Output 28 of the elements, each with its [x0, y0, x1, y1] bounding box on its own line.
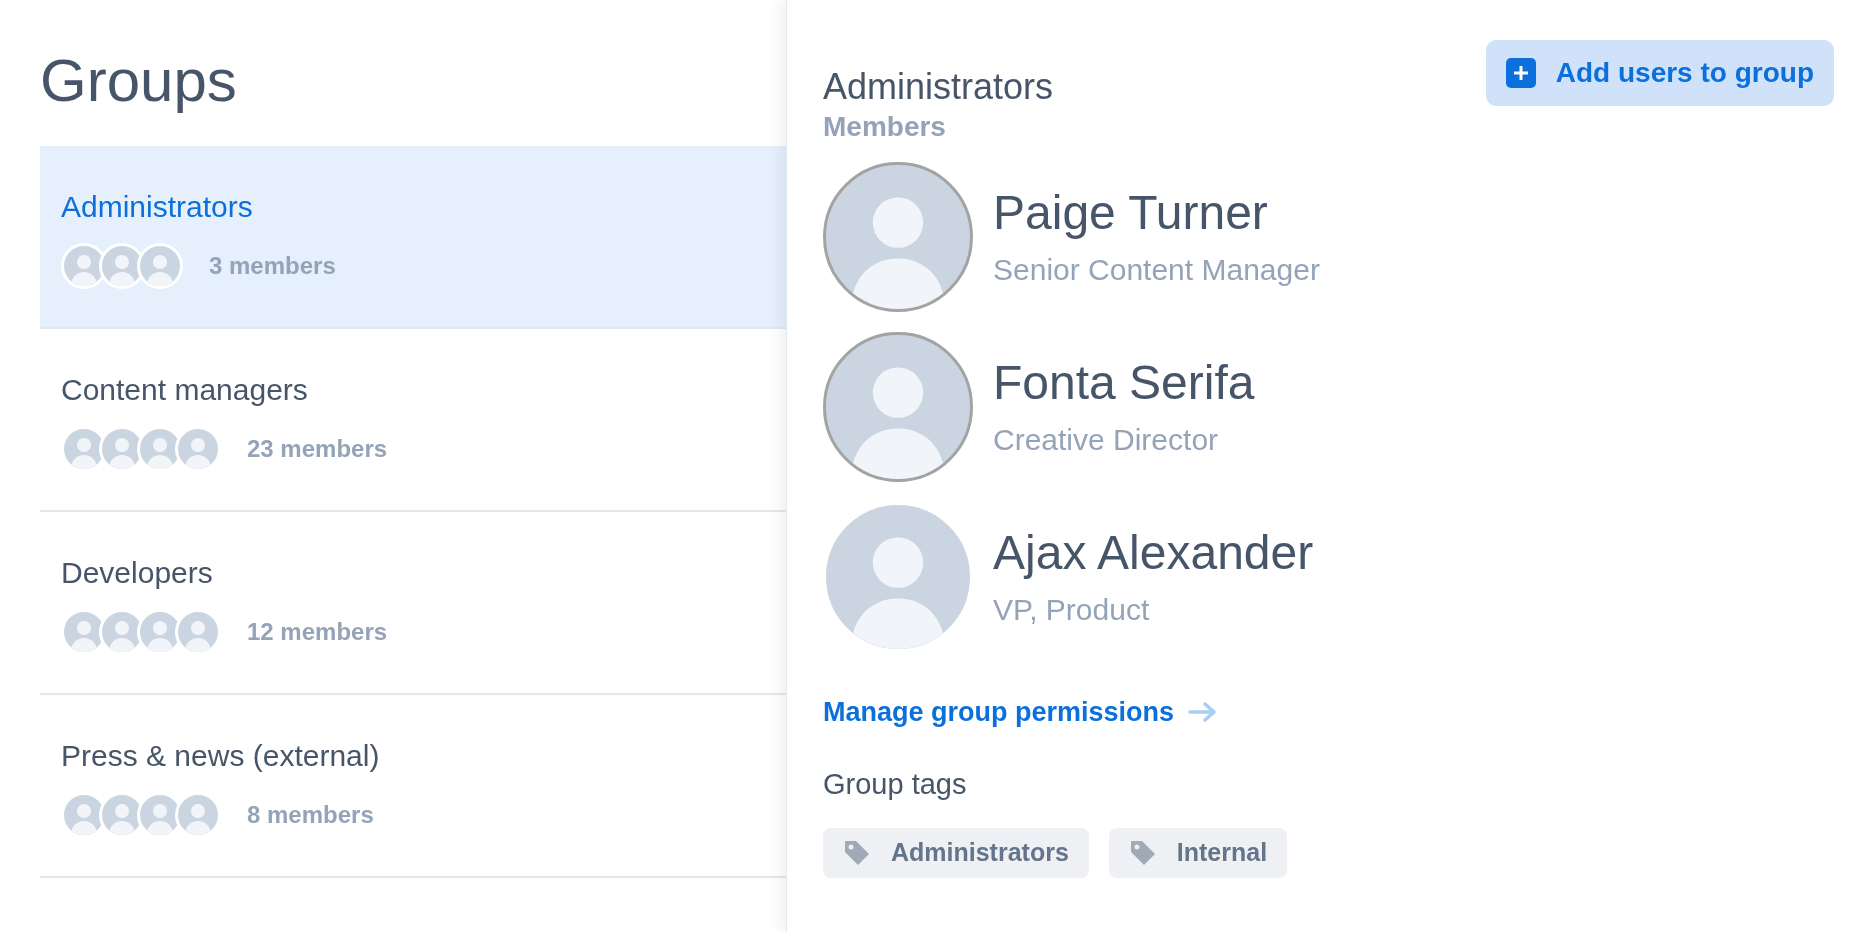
- page-title: Groups: [40, 46, 237, 116]
- member-count: 12 members: [247, 617, 388, 647]
- member-count: 23 members: [247, 434, 388, 464]
- member-role: Senior Content Manager: [993, 251, 1320, 288]
- avatar: [137, 243, 183, 289]
- tag-icon: [1128, 839, 1157, 867]
- member-count: 8 members: [247, 800, 374, 830]
- plus-icon: [1505, 58, 1536, 88]
- tag: Administrators: [823, 828, 1089, 878]
- arrow-right-icon: [1188, 701, 1219, 724]
- group-name: Developers: [61, 555, 213, 591]
- group-name: Administrators: [61, 189, 253, 225]
- member-name: Fonta Serifa: [993, 354, 1255, 411]
- tag-icon: [843, 839, 871, 867]
- group-list-item[interactable]: Administrators 3 members: [40, 146, 786, 329]
- permissions-link[interactable]: Manage group permissions: [823, 692, 1219, 733]
- member-name: Ajax Alexander: [993, 524, 1314, 581]
- tags-label: Group tags: [823, 766, 967, 802]
- tag: Internal: [1108, 828, 1288, 878]
- member-role: VP, Product: [993, 591, 1150, 628]
- member-role: Creative Director: [993, 421, 1219, 458]
- member-name: Paige Turner: [993, 184, 1268, 241]
- group-name: Content managers: [61, 372, 308, 408]
- member-count: 3 members: [209, 251, 336, 281]
- group-name: Press & news (external): [61, 738, 380, 774]
- members-label: Members: [823, 110, 946, 144]
- group-title: Administrators: [823, 65, 1054, 109]
- add-users-button[interactable]: Add users to group: [1485, 40, 1834, 106]
